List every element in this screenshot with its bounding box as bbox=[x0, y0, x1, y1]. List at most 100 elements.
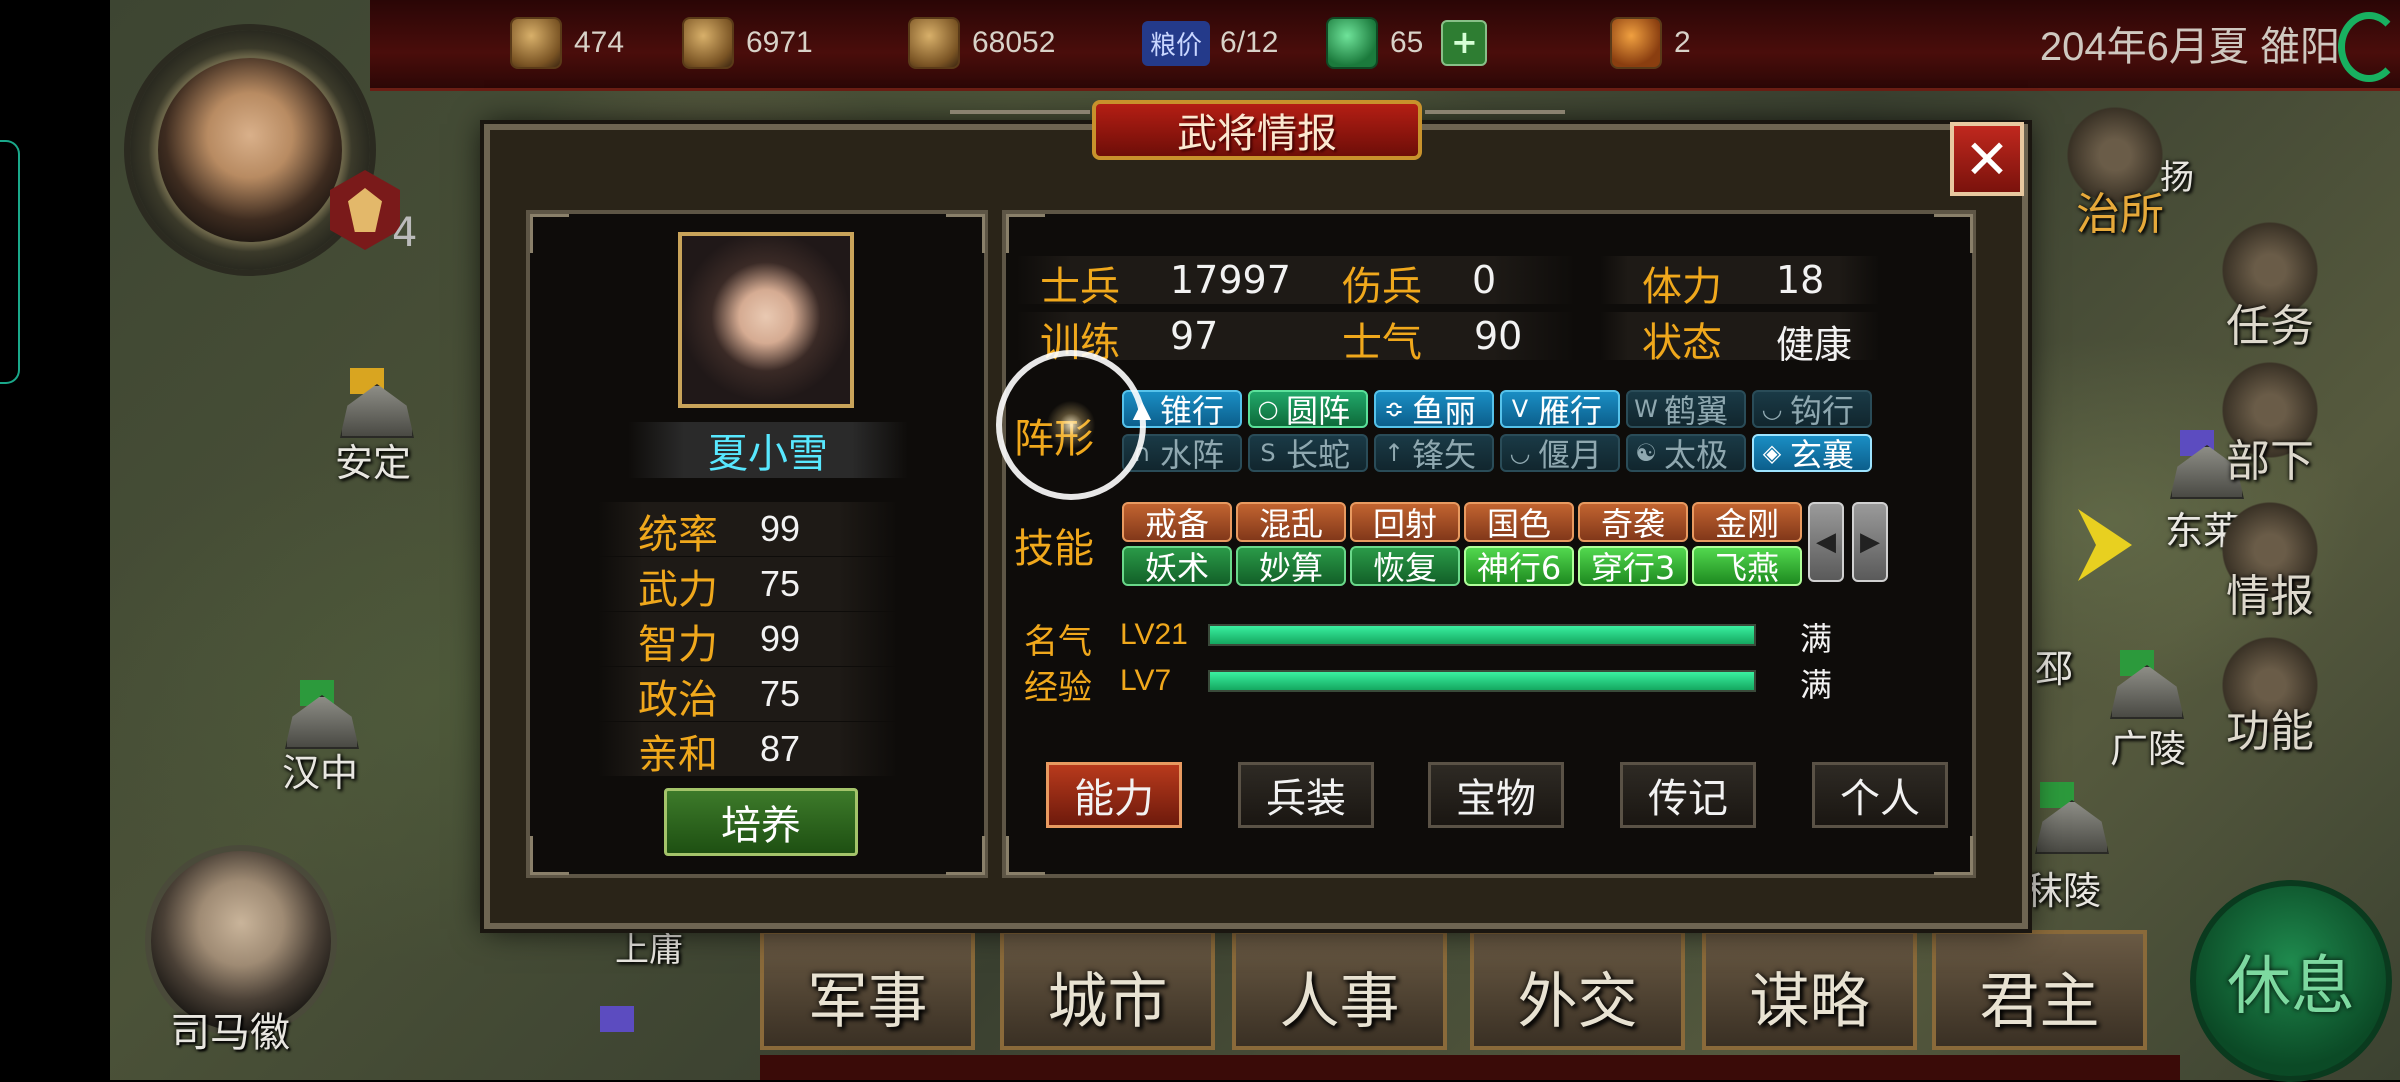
tab-ability[interactable]: 能力 bbox=[1046, 762, 1182, 828]
jade-resource[interactable]: 65 + bbox=[1326, 17, 1488, 69]
formation-row1-5[interactable]: ◡ 钩行 bbox=[1752, 390, 1872, 430]
wood-value: 474 bbox=[574, 26, 625, 59]
panel-corner bbox=[1934, 836, 1973, 875]
exp-label: 经验 bbox=[1024, 668, 1092, 708]
map-label-moling[interactable]: 秣陵 bbox=[2025, 860, 2101, 915]
title-ornament bbox=[950, 110, 1090, 150]
grain-icon bbox=[908, 17, 960, 69]
cmd-personnel[interactable]: 人事 bbox=[1232, 930, 1447, 1050]
stamina-label: 体力 bbox=[1642, 264, 1722, 310]
side-menu-quest[interactable]: 任务 bbox=[2205, 290, 2335, 354]
skill-row2-4[interactable]: 穿行3 bbox=[1578, 546, 1688, 587]
grain-resource[interactable]: 68052 bbox=[908, 17, 1056, 69]
formation-row2-3[interactable]: ◡ 偃月 bbox=[1500, 434, 1620, 474]
fame-level: LV21 bbox=[1120, 618, 1188, 651]
side-menu-functions[interactable]: 功能 bbox=[2205, 695, 2335, 759]
cmd-lord[interactable]: 君主 bbox=[1932, 930, 2147, 1050]
tab-biography[interactable]: 传记 bbox=[1620, 762, 1756, 828]
formation-row1-4[interactable]: W 鹤翼 bbox=[1626, 390, 1746, 430]
formation-row1-3[interactable]: V 雁行 bbox=[1500, 390, 1620, 430]
formation-icon: S bbox=[1260, 439, 1276, 467]
training-value: 97 bbox=[1170, 314, 1219, 358]
tab-treasure[interactable]: 宝物 bbox=[1428, 762, 1564, 828]
grain-price-value: 6/12 bbox=[1220, 26, 1279, 59]
skill-row2-1[interactable]: 妙算 bbox=[1236, 546, 1346, 587]
cmd-military[interactable]: 军事 bbox=[760, 930, 975, 1050]
skill-row2-3[interactable]: 神行6 bbox=[1464, 546, 1574, 587]
map-label-hanzhong[interactable]: 汉中 bbox=[282, 742, 358, 797]
side-menu-subordinates[interactable]: 部下 bbox=[2205, 425, 2335, 489]
formation-icon: ◡ bbox=[1761, 395, 1783, 423]
cmd-strategy[interactable]: 谋略 bbox=[1702, 930, 1917, 1050]
skill-row1-1[interactable]: 混乱 bbox=[1236, 502, 1346, 543]
wood-resource[interactable]: 474 bbox=[510, 17, 625, 69]
skill-row1-4[interactable]: 奇袭 bbox=[1578, 502, 1688, 543]
grain-price[interactable]: 粮价 6/12 bbox=[1142, 18, 1278, 68]
side-menu-intel[interactable]: 情报 bbox=[2205, 560, 2335, 624]
exp-max: 满 bbox=[1800, 666, 1833, 704]
stat-label: 亲和 bbox=[638, 732, 718, 778]
map-label-anding[interactable]: 安定 bbox=[335, 432, 411, 487]
stat-war: 武力 75 bbox=[598, 557, 898, 613]
cmd-city[interactable]: 城市 bbox=[1000, 930, 1215, 1050]
panel-corner bbox=[946, 214, 985, 253]
cmd-diplomacy[interactable]: 外交 bbox=[1470, 930, 1685, 1050]
tab-equipment[interactable]: 兵装 bbox=[1238, 762, 1374, 828]
wood-icon bbox=[510, 17, 562, 69]
formation-row1-2[interactable]: ≎ 鱼丽 bbox=[1374, 390, 1494, 430]
stone-resource[interactable]: 6971 bbox=[682, 17, 813, 69]
skill-row2-5[interactable]: 飞燕 bbox=[1692, 546, 1802, 587]
skill-row1-0[interactable]: 戒备 bbox=[1122, 502, 1232, 543]
stat-label: 武力 bbox=[638, 567, 718, 613]
skill-row1-5[interactable]: 金刚 bbox=[1692, 502, 1802, 543]
grain-price-label: 粮价 bbox=[1142, 20, 1211, 66]
stat-value: 99 bbox=[760, 508, 801, 549]
formation-row1-1[interactable]: ○ 圆阵 bbox=[1248, 390, 1368, 430]
close-button[interactable]: ✕ bbox=[1950, 122, 2024, 196]
formation-row2-1[interactable]: S 长蛇 bbox=[1248, 434, 1368, 474]
tab-personal[interactable]: 个人 bbox=[1812, 762, 1948, 828]
camera-notch bbox=[0, 140, 20, 384]
formation-row2-4[interactable]: ☯ 太极 bbox=[1626, 434, 1746, 474]
book-icon bbox=[1610, 17, 1662, 69]
formation-icon: ◡ bbox=[1509, 439, 1531, 467]
morale-value: 90 bbox=[1474, 314, 1523, 358]
panel-corner bbox=[1006, 836, 1045, 875]
city-flag bbox=[600, 1006, 634, 1032]
jade-icon bbox=[1326, 17, 1378, 69]
map-label-xiapi[interactable]: 邳 bbox=[2035, 638, 2073, 693]
formation-name: 玄襄 bbox=[1790, 436, 1855, 474]
status-label: 状态 bbox=[1642, 320, 1722, 366]
formation-icon: ○ bbox=[1257, 395, 1279, 423]
panel-corner bbox=[1934, 214, 1973, 253]
fame-progress-bar bbox=[1208, 624, 1756, 646]
formation-row2-2[interactable]: ↑ 锋矢 bbox=[1374, 434, 1494, 474]
stat-value: 75 bbox=[760, 563, 801, 604]
skill-scroll-right-button[interactable]: ▶ bbox=[1852, 502, 1888, 582]
skill-row1-2[interactable]: 回射 bbox=[1350, 502, 1460, 543]
grain-value: 68052 bbox=[972, 26, 1056, 59]
stat-label: 统率 bbox=[638, 512, 718, 558]
tap-highlight bbox=[996, 350, 1146, 500]
panel-corner bbox=[530, 836, 569, 875]
formation-row2-5[interactable]: ◈ 玄襄 bbox=[1752, 434, 1872, 474]
stat-intelligence: 智力 99 bbox=[598, 612, 898, 668]
lord-portrait[interactable]: 4 bbox=[130, 30, 430, 280]
general-portrait[interactable] bbox=[678, 232, 854, 408]
skill-row1-3[interactable]: 国色 bbox=[1464, 502, 1574, 543]
map-label-shangyong[interactable]: 上庸 bbox=[615, 922, 683, 971]
books-resource[interactable]: 2 bbox=[1610, 17, 1691, 69]
dialog-title: 武将情报 bbox=[1092, 100, 1422, 160]
resource-bar: 474 6971 68052 粮价 6/12 65 + 2 204年6月夏 雒阳 bbox=[370, 0, 2400, 91]
fame-progress-fill bbox=[1210, 626, 1754, 644]
skill-row2-2[interactable]: 恢复 bbox=[1350, 546, 1460, 587]
map-label-guangling[interactable]: 广陵 bbox=[2110, 718, 2186, 773]
side-menu-zhisuo[interactable]: 治所 bbox=[2055, 178, 2185, 242]
skill-row2-0[interactable]: 妖术 bbox=[1122, 546, 1232, 587]
rest-button[interactable]: 休息 bbox=[2190, 880, 2392, 1082]
skill-scroll-left-button[interactable]: ◀ bbox=[1808, 502, 1844, 582]
status-value: 健康 bbox=[1776, 323, 1853, 367]
add-jade-button[interactable]: + bbox=[1441, 20, 1488, 66]
title-ornament bbox=[1425, 110, 1565, 150]
train-button[interactable]: 培养 bbox=[664, 788, 858, 856]
